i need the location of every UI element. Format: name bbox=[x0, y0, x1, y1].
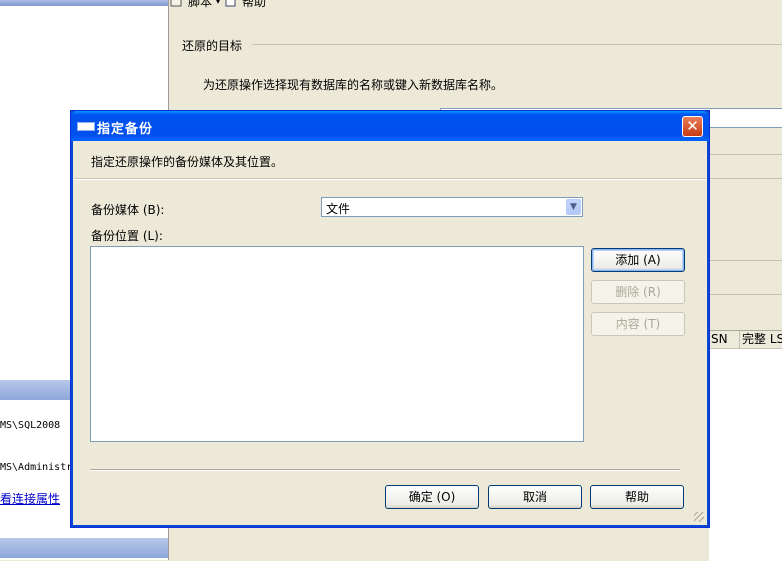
backup-location-label: 备份位置 (L): bbox=[91, 229, 163, 243]
specify-backup-dialog: 指定备份 ✕ 指定还原操作的备份媒体及其位置。 备份媒体 (B): 文件 ▼ 备… bbox=[70, 110, 710, 528]
chevron-down-icon[interactable]: ▾ bbox=[216, 0, 220, 6]
restore-target-instruction: 为还原操作选择现有数据库的名称或键入新数据库名称。 bbox=[203, 78, 504, 92]
dialog-titlebar[interactable]: 指定备份 ✕ bbox=[71, 111, 709, 141]
pane-header-band bbox=[0, 0, 168, 6]
help-toolbar-button[interactable]: 帮助 bbox=[242, 0, 266, 10]
dialog-body: 指定还原操作的备份媒体及其位置。 备份媒体 (B): 文件 ▼ 备份位置 (L)… bbox=[74, 141, 706, 524]
divider-3 bbox=[709, 260, 782, 261]
contents-button[interactable]: 内容 (T) bbox=[591, 312, 685, 336]
script-icon bbox=[170, 0, 184, 7]
script-button[interactable]: 脚本 bbox=[188, 0, 212, 10]
divider-2 bbox=[709, 178, 782, 179]
help-icon bbox=[224, 0, 238, 7]
backup-media-value: 文件 bbox=[326, 202, 351, 216]
backup-media-select[interactable]: 文件 ▼ bbox=[321, 197, 583, 217]
footer-separator bbox=[90, 469, 680, 470]
grid-column-header[interactable]: 完整 LS bbox=[740, 331, 782, 349]
backup-sets-grid[interactable]: SN 完整 LS bbox=[709, 330, 782, 561]
dialog-instruction: 指定还原操作的备份媒体及其位置。 bbox=[91, 155, 284, 169]
delete-button[interactable]: 删除 (R) bbox=[591, 280, 685, 304]
close-icon[interactable]: ✕ bbox=[682, 116, 703, 137]
backup-media-label: 备份媒体 (B): bbox=[91, 203, 165, 217]
dialog-title: 指定备份 bbox=[97, 122, 154, 137]
section-divider bbox=[252, 44, 782, 45]
page-toolbar: 脚本 ▾ 帮助 bbox=[170, 0, 266, 10]
cancel-button[interactable]: 取消 bbox=[488, 485, 582, 509]
backup-location-list[interactable] bbox=[90, 246, 584, 442]
add-button[interactable]: 添加 (A) bbox=[591, 248, 685, 272]
grid-column-header[interactable]: SN bbox=[709, 331, 740, 349]
restore-target-section-title: 还原的目标 bbox=[182, 39, 243, 53]
pane-section-band-bottom bbox=[0, 538, 168, 558]
server-name-text: MS\SQL2008 bbox=[0, 420, 61, 431]
user-name-text: MS\Administr bbox=[0, 462, 73, 473]
header-separator bbox=[74, 179, 706, 180]
chevron-down-icon[interactable]: ▼ bbox=[566, 199, 581, 215]
resize-grip-icon[interactable] bbox=[694, 512, 704, 522]
divider-4 bbox=[709, 294, 782, 295]
window-icon bbox=[77, 122, 95, 131]
view-connection-properties-link[interactable]: 看连接属性 bbox=[0, 490, 60, 507]
divider-1 bbox=[709, 154, 782, 155]
help-button[interactable]: 帮助 bbox=[590, 485, 684, 509]
ok-button[interactable]: 确定 (O) bbox=[385, 485, 479, 509]
